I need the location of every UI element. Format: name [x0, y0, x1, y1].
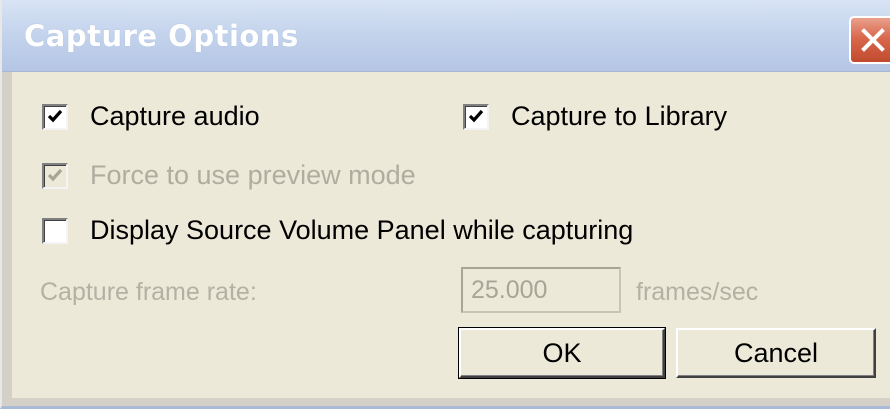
- dialog-title: Capture Options: [24, 19, 299, 53]
- capture-audio-checkbox[interactable]: [42, 103, 68, 130]
- force-preview-mode-option: Force to use preview mode: [42, 160, 416, 191]
- capture-to-library-checkbox[interactable]: [463, 103, 489, 130]
- display-source-volume-option[interactable]: Display Source Volume Panel while captur…: [42, 215, 633, 246]
- title-bar[interactable]: Capture Options: [2, 0, 890, 72]
- close-icon: [861, 28, 885, 52]
- capture-audio-label: Capture audio: [90, 101, 260, 131]
- close-button[interactable]: [849, 16, 890, 64]
- check-icon: [468, 109, 484, 122]
- display-source-volume-label: Display Source Volume Panel while captur…: [90, 215, 634, 245]
- capture-to-library-label: Capture to Library: [511, 101, 728, 131]
- dialog-body: Capture audio Capture to Library Force t…: [12, 72, 890, 398]
- frame-rate-input: [461, 267, 621, 313]
- ok-button[interactable]: OK: [458, 327, 666, 379]
- cancel-button[interactable]: Cancel: [676, 328, 876, 378]
- frame-rate-unit: frames/sec: [636, 278, 759, 306]
- check-icon: [47, 168, 63, 181]
- capture-audio-option[interactable]: Capture audio: [42, 101, 260, 132]
- capture-to-library-option[interactable]: Capture to Library: [463, 101, 727, 132]
- force-preview-mode-checkbox: [42, 162, 68, 189]
- display-source-volume-checkbox[interactable]: [42, 217, 68, 244]
- frame-rate-label: Capture frame rate:: [40, 278, 257, 306]
- check-icon: [47, 109, 63, 122]
- capture-options-dialog: Capture Options Capture audio Capture to…: [0, 0, 890, 409]
- force-preview-mode-label: Force to use preview mode: [90, 160, 416, 190]
